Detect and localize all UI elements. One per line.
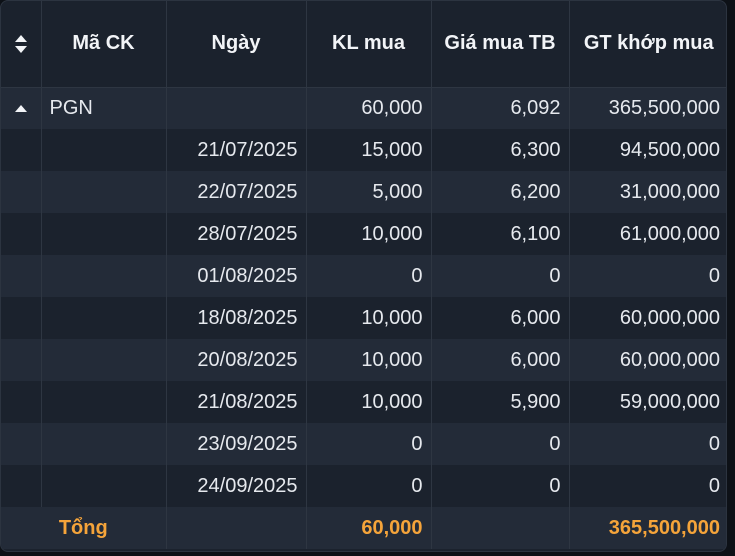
row-date: 22/07/2025 <box>166 171 307 213</box>
caret-up-icon[interactable] <box>14 104 27 112</box>
group-toggle-cell[interactable] <box>1 87 42 129</box>
group-avg-buy-price: 6,092 <box>431 87 570 129</box>
row-buy-volume: 5,000 <box>306 171 432 213</box>
row-matched-buy-value: 0 <box>708 264 720 287</box>
table-row: 28/07/2025 10,000 6,100 61,000,000 <box>1 213 726 255</box>
row-matched-buy-value: 60,000,000 <box>619 348 720 371</box>
table-row: 20/08/2025 10,000 6,000 60,000,000 <box>1 339 726 381</box>
table-row: 18/08/2025 10,000 6,000 60,000,000 <box>1 297 726 339</box>
row-buy-volume: 0 <box>306 255 432 297</box>
row-avg-buy-price: 6,000 <box>431 339 570 381</box>
row-buy-volume: 10,000 <box>306 381 432 423</box>
group-code: PGN <box>41 87 167 129</box>
buy-history-table: Mã CK Ngày KL mua Giá mua TB GT khớp mua… <box>1 1 726 549</box>
header-avg-buy-price[interactable]: Giá mua TB <box>431 1 570 88</box>
row-buy-volume: 10,000 <box>306 297 432 339</box>
header-row: Mã CK Ngày KL mua Giá mua TB GT khớp mua <box>1 1 726 88</box>
row-matched-buy-value: 31,000,000 <box>619 180 720 203</box>
row-matched-buy-value: 0 <box>708 474 720 497</box>
row-avg-buy-price: 6,100 <box>431 213 570 255</box>
sort-icon[interactable] <box>14 34 28 53</box>
row-date: 18/08/2025 <box>166 297 307 339</box>
buy-history-panel: Mã CK Ngày KL mua Giá mua TB GT khớp mua… <box>0 0 727 552</box>
table-body: PGN 60,000 6,092 365,500,000 21/07/2025 … <box>1 87 726 549</box>
table-row: 01/08/2025 0 0 0 <box>1 255 726 297</box>
row-date: 21/08/2025 <box>166 381 307 423</box>
row-avg-buy-price: 6,000 <box>431 297 570 339</box>
group-row-pgn[interactable]: PGN 60,000 6,092 365,500,000 <box>1 87 726 129</box>
total-date <box>166 507 307 549</box>
row-matched-buy-value: 0 <box>708 432 720 455</box>
header-code[interactable]: Mã CK <box>41 1 167 88</box>
row-date: 20/08/2025 <box>166 339 307 381</box>
row-avg-buy-price: 0 <box>431 465 570 507</box>
row-avg-buy-price: 0 <box>431 255 570 297</box>
row-avg-buy-price: 6,200 <box>431 171 570 213</box>
row-buy-volume: 0 <box>306 465 432 507</box>
group-date <box>166 87 307 129</box>
table-row: 21/07/2025 15,000 6,300 94,500,000 <box>1 129 726 171</box>
row-date: 23/09/2025 <box>166 423 307 465</box>
row-date: 28/07/2025 <box>166 213 307 255</box>
table-header: Mã CK Ngày KL mua Giá mua TB GT khớp mua <box>1 1 726 88</box>
row-date: 21/07/2025 <box>166 129 307 171</box>
table-row: 24/09/2025 0 0 0 <box>1 465 726 507</box>
row-avg-buy-price: 5,900 <box>431 381 570 423</box>
row-buy-volume: 0 <box>306 423 432 465</box>
table-row: 21/08/2025 10,000 5,900 59,000,000 <box>1 381 726 423</box>
total-matched-buy-value: 365,500,000 <box>608 516 720 539</box>
header-matched-buy-value[interactable]: GT khớp mua <box>569 1 726 88</box>
row-matched-buy-value: 60,000,000 <box>619 306 720 329</box>
row-buy-volume: 10,000 <box>306 213 432 255</box>
row-avg-buy-price: 0 <box>431 423 570 465</box>
row-matched-buy-value: 59,000,000 <box>619 390 720 413</box>
total-row: Tổng 60,000 365,500,000 <box>1 507 726 549</box>
table-row: 23/09/2025 0 0 0 <box>1 423 726 465</box>
row-matched-buy-value: 94,500,000 <box>619 138 720 161</box>
row-buy-volume: 10,000 <box>306 339 432 381</box>
total-label: Tổng <box>1 507 167 549</box>
row-date: 01/08/2025 <box>166 255 307 297</box>
total-avg-buy-price <box>431 507 570 549</box>
group-matched-buy-value: 365,500,000 <box>608 96 720 119</box>
row-buy-volume: 15,000 <box>306 129 432 171</box>
total-buy-volume: 60,000 <box>306 507 432 549</box>
group-buy-volume: 60,000 <box>306 87 432 129</box>
header-buy-volume[interactable]: KL mua <box>306 1 432 88</box>
row-date: 24/09/2025 <box>166 465 307 507</box>
sort-toggle-header[interactable] <box>1 1 42 88</box>
header-date[interactable]: Ngày <box>166 1 307 88</box>
row-avg-buy-price: 6,300 <box>431 129 570 171</box>
row-matched-buy-value: 61,000,000 <box>619 222 720 245</box>
table-row: 22/07/2025 5,000 6,200 31,000,000 <box>1 171 726 213</box>
